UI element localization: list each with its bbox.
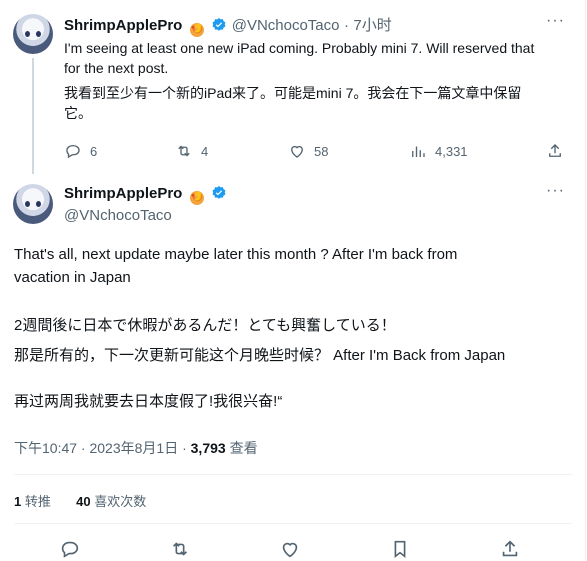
like-button[interactable]: 58 [288, 142, 328, 160]
post-time[interactable]: 7小时 [353, 17, 391, 34]
thread-line [32, 58, 34, 174]
separator: · [343, 17, 349, 34]
verified-icon [212, 18, 226, 31]
avatar[interactable] [13, 184, 53, 224]
retweet-button[interactable]: 4 [175, 142, 208, 160]
like-icon [291, 145, 303, 158]
views-button[interactable]: 4,331 [409, 142, 468, 160]
divider [14, 474, 572, 475]
verified-icon [212, 186, 226, 199]
tweet-text-cn2: 再过两周我就要去日本度假了!我很兴奋!“ [14, 393, 283, 410]
share-icon [549, 144, 561, 157]
timestamp[interactable]: 下午10:47 · 2023年8月1日 · [14, 440, 191, 456]
views-icon [412, 146, 425, 157]
tweet-meta: 下午10:47 · 2023年8月1日 · 3,793 查看 [14, 438, 258, 458]
share-icon[interactable] [499, 538, 521, 560]
more-icon[interactable]: ··· [546, 182, 565, 200]
more-icon[interactable]: ··· [546, 12, 565, 30]
share-button[interactable] [546, 142, 564, 160]
divider [14, 523, 572, 524]
author-name[interactable]: ShrimpApplePro [64, 17, 182, 34]
tweet-text: That's all, next update maybe later this… [14, 246, 458, 286]
reply-button[interactable]: 6 [64, 142, 97, 160]
views-count: 3,793 [190, 440, 226, 456]
reply-icon[interactable] [59, 538, 81, 560]
retweet-icon[interactable] [169, 538, 191, 560]
views-label: 查看 [225, 440, 258, 456]
tweet-stats: 1 转推 40 喜欢次数 [14, 491, 146, 510]
retweet-icon [178, 145, 190, 157]
like-icon[interactable] [279, 538, 301, 560]
reply-icon [66, 145, 80, 159]
retweet-stat[interactable]: 1 转推 [14, 494, 51, 509]
avatar[interactable] [13, 14, 53, 54]
author-handle[interactable]: @VNchocoTaco [232, 17, 340, 34]
tweet-text-jp: 2週間後に日本で休暇があるんだ！とても興奮している！ [14, 317, 396, 334]
bookmark-icon[interactable] [389, 538, 411, 560]
reply-header: ShrimpApplePro 🍤 @VNchocoTaco · 7小时 [64, 14, 392, 37]
main-author: ShrimpApplePro 🍤 @VNchocoTaco [64, 185, 227, 224]
author-name[interactable]: ShrimpApplePro [64, 185, 182, 202]
like-stat[interactable]: 40 喜欢次数 [76, 494, 146, 509]
author-handle[interactable]: @VNchocoTaco [64, 207, 227, 224]
reply-text-en: I'm seeing at least one new iPad coming.… [64, 40, 535, 76]
shrimp-badge-icon: 🍤 [189, 191, 204, 205]
tweet-text-cn: 那是所有的，下一次更新可能这个月晚些时候？ After I'm Back fro… [14, 347, 506, 364]
tweet-thread: ShrimpApplePro 🍤 @VNchocoTaco · 7小时 ··· … [0, 0, 586, 561]
reply-actions: 6 4 58 4,331 [64, 142, 569, 164]
reply-text-cn: 我看到至少有一个新的iPad来了。可能是mini 7。我会在下一篇文章中保留 它… [64, 85, 522, 121]
shrimp-badge-icon: 🍤 [189, 23, 204, 37]
